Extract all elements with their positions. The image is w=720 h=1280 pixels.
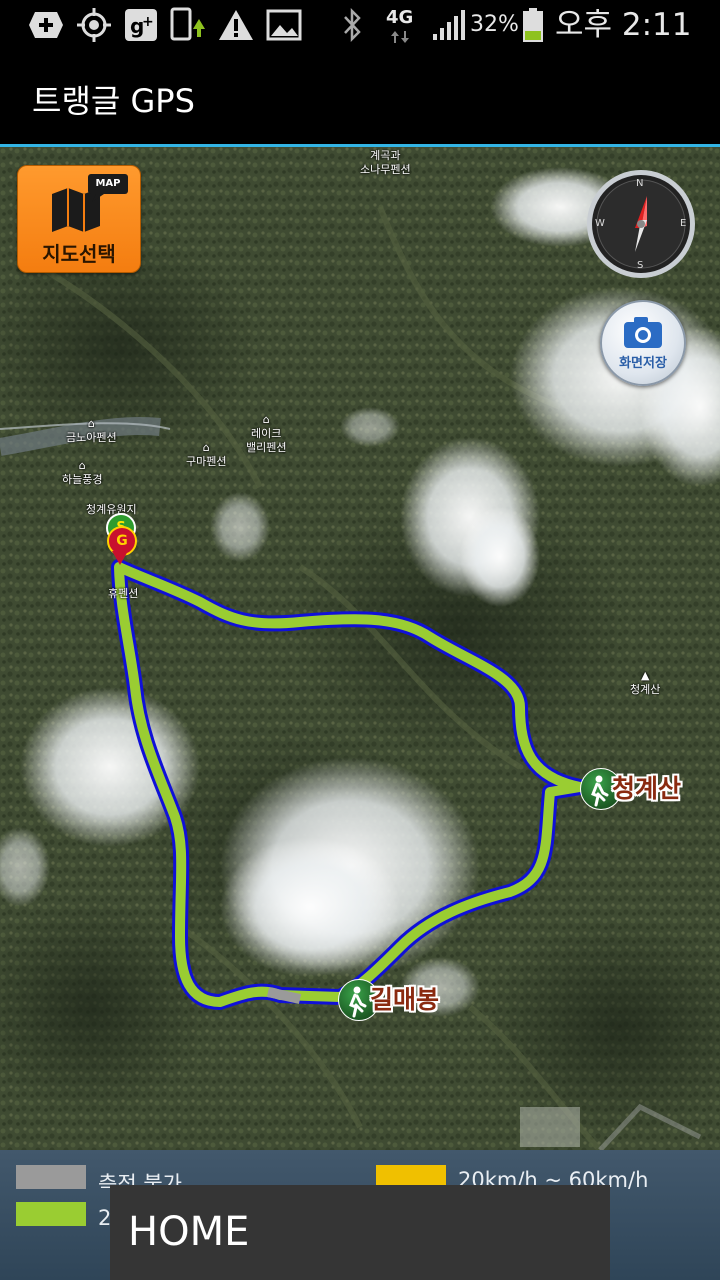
- poi-label: 계곡과 소나무펜션: [360, 149, 411, 176]
- battery-icon: [520, 7, 546, 43]
- compass-s: S: [637, 260, 644, 271]
- data-arrows-icon: [390, 30, 410, 44]
- map-view[interactable]: 계곡과 소나무펜션 ⌂ 레이크 밸리펜션 ⌂ 금노아펜션 ⌂ 하늘풍경 ⌂ 구마펜션 청계유…: [0, 147, 720, 1150]
- poi-label: ⌂ 금노아펜션: [66, 417, 117, 444]
- clock: 오후 2:11: [555, 7, 692, 43]
- poi-label: 휴펜션: [108, 587, 139, 600]
- poi-label: ⌂ 레이크 밸리펜션: [246, 413, 287, 454]
- poi-label: ⌂ 하늘풍경: [62, 459, 103, 486]
- image-icon: [264, 7, 304, 43]
- signal-icon: [430, 7, 468, 43]
- gps-icon: [74, 7, 114, 43]
- action-bar: 트랭글 GPS: [0, 50, 720, 147]
- map-select-button[interactable]: MAP 지도선택: [17, 165, 141, 273]
- camera-icon: [624, 317, 662, 348]
- bluetooth-icon: [338, 7, 366, 43]
- app-title: 트랭글 GPS: [32, 82, 195, 120]
- status-bar: g + 4G 32% 오후 2:11: [0, 0, 720, 50]
- compass-e: E: [680, 218, 687, 229]
- battery-percent: 32%: [470, 12, 519, 37]
- folded-map-icon: [52, 174, 128, 232]
- google-plus-icon: g +: [122, 7, 160, 43]
- peak-label-cheonggye: 청계산: [612, 774, 682, 803]
- toast-text: HOME: [128, 1209, 250, 1255]
- compass-button[interactable]: N S E W: [585, 168, 697, 280]
- screen-capture-label: 화면저장: [619, 356, 667, 371]
- legend-swatch-unmeasurable: [16, 1165, 86, 1189]
- phone-update-icon: [168, 7, 208, 43]
- poi-label: ▲ 청계산: [630, 669, 661, 696]
- goal-pin-icon: [112, 551, 128, 565]
- map-badge: MAP: [95, 178, 121, 189]
- poi-label: ⌂ 구마펜션: [186, 441, 227, 468]
- toast-message: HOME: [110, 1185, 610, 1280]
- warning-icon: [216, 7, 256, 43]
- add-icon: [26, 7, 66, 43]
- svg-text:+: +: [142, 14, 154, 30]
- peak-label-gilmae: 길매봉: [370, 985, 440, 1014]
- compass-w: W: [595, 218, 605, 229]
- compass-n: N: [636, 178, 644, 189]
- screen-capture-button[interactable]: 화면저장: [600, 300, 686, 386]
- map-select-label: 지도선택: [42, 242, 116, 266]
- legend-swatch-low-speed: [16, 1202, 86, 1226]
